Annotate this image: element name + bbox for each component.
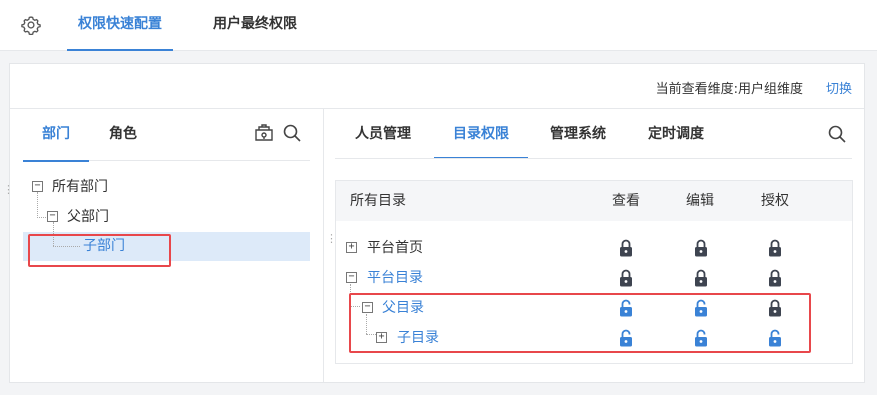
locked-icon[interactable] — [694, 269, 708, 287]
directory-label: 平台目录 — [367, 270, 423, 286]
tab-quick-permission-config[interactable]: 权限快速配置 — [67, 0, 173, 51]
locked-icon[interactable] — [619, 269, 633, 287]
tree-item-label: 所有部门 — [52, 179, 108, 195]
locked-icon[interactable] — [768, 239, 782, 257]
column-header-edit: 编辑 — [686, 193, 714, 209]
tab-personnel-management[interactable]: 人员管理 — [355, 109, 411, 159]
column-header-view: 查看 — [612, 193, 640, 209]
tab-management-system[interactable]: 管理系统 — [550, 109, 606, 159]
view-dimension-text: 当前查看维度:用户组维度 — [655, 82, 803, 97]
table-header: 所有目录 查看 编辑 授权 — [336, 181, 852, 221]
left-tab-bar: 部门 角色 — [23, 109, 310, 162]
tab-user-final-permission[interactable]: 用户最终权限 — [213, 0, 297, 51]
directory-label: 平台首页 — [367, 240, 423, 256]
expand-icon[interactable]: + — [346, 242, 357, 253]
locked-icon[interactable] — [694, 239, 708, 257]
pane-resize-handle[interactable]: ⋮ — [326, 233, 337, 244]
gear-icon[interactable] — [21, 15, 41, 35]
annotation-highlight-box — [28, 234, 171, 267]
column-header-directory: 所有目录 — [350, 193, 406, 209]
search-icon[interactable] — [827, 124, 847, 144]
switch-dimension-link[interactable]: 切换 — [826, 78, 852, 97]
tab-role[interactable]: 角色 — [109, 109, 137, 161]
tab-directory-permission[interactable]: 目录权限 — [434, 109, 528, 159]
left-resize-handle[interactable]: ⋮ — [3, 184, 14, 195]
search-icon[interactable] — [282, 123, 302, 143]
department-sync-icon[interactable] — [254, 123, 274, 143]
pane-divider — [323, 109, 324, 382]
tree-item-label: 父部门 — [67, 209, 109, 225]
column-header-grant: 授权 — [761, 193, 789, 209]
main-panel: 当前查看维度:用户组维度 切换 ⋮ ⋮ 部门 角色 − 所有部门 − 父部门 子… — [3, 63, 865, 383]
locked-icon[interactable] — [619, 239, 633, 257]
collapse-icon[interactable]: − — [32, 181, 43, 192]
locked-icon[interactable] — [768, 269, 782, 287]
tab-scheduled-task[interactable]: 定时调度 — [648, 109, 704, 159]
tab-department[interactable]: 部门 — [23, 109, 89, 162]
annotation-highlight-box — [349, 293, 811, 353]
top-bar: 权限快速配置 用户最终权限 — [0, 0, 877, 51]
divider — [335, 158, 852, 159]
collapse-icon[interactable]: − — [47, 211, 58, 222]
collapse-icon[interactable]: − — [346, 272, 357, 283]
